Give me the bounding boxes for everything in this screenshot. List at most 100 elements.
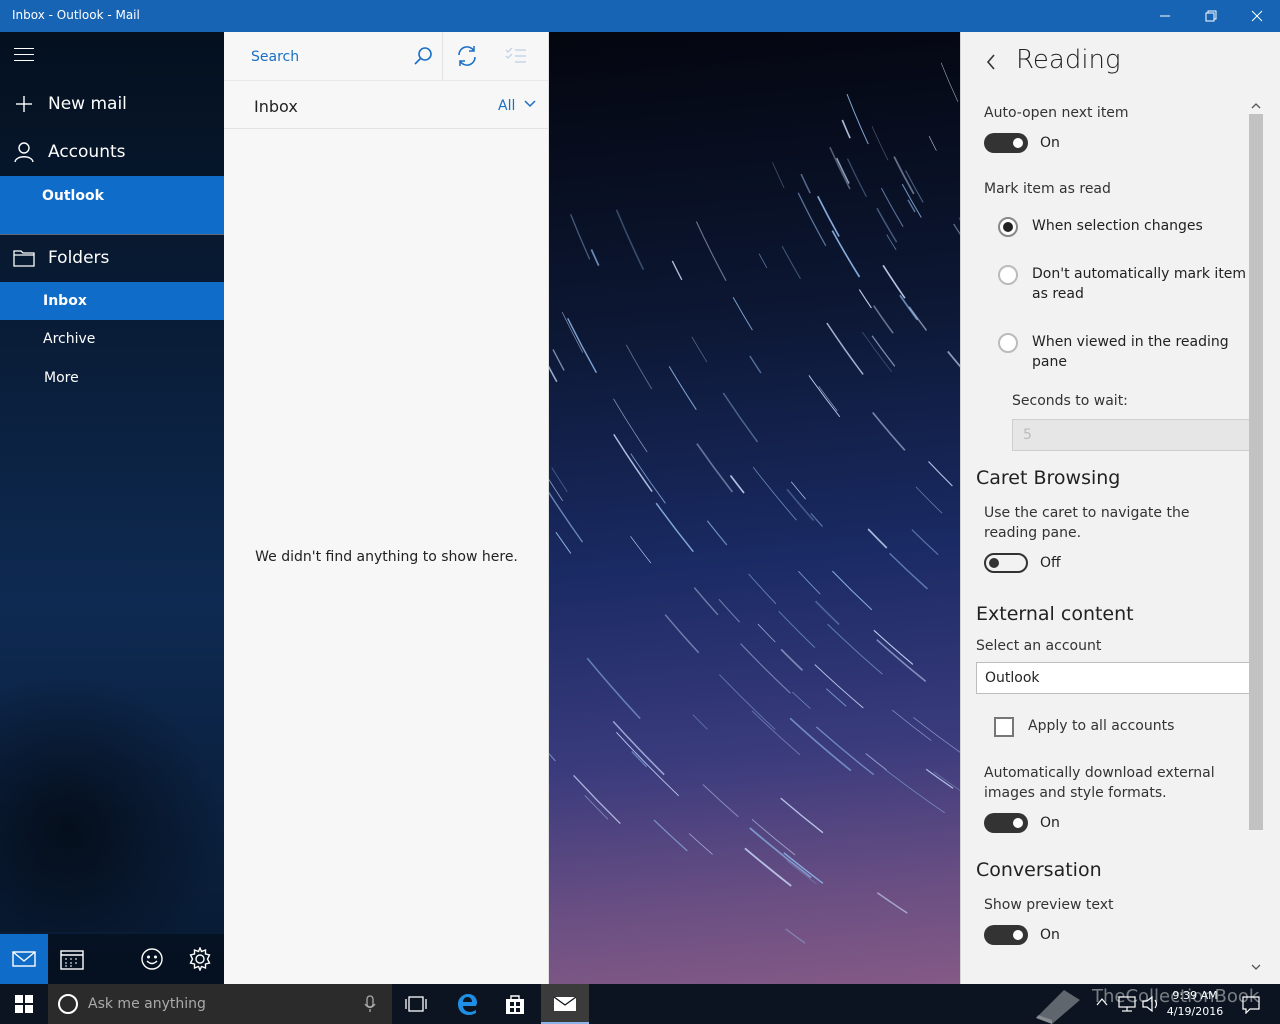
calendar-switch-button[interactable] (48, 934, 96, 984)
star-trail (925, 768, 954, 789)
apply-all-label: Apply to all accounts (1028, 718, 1175, 734)
selection-mode-icon[interactable] (505, 46, 527, 66)
star-trail (751, 818, 796, 856)
star-trail (908, 306, 928, 331)
account-item-outlook[interactable]: Outlook (0, 176, 224, 234)
seconds-label: Seconds to wait: (1012, 393, 1128, 409)
accounts-button[interactable]: Accounts (0, 136, 224, 168)
reading-settings-pane: Reading Auto-open next item On Mark item… (960, 32, 1280, 984)
star-trail (829, 146, 851, 190)
plus-icon (0, 94, 48, 114)
star-trail (729, 474, 745, 494)
star-trail (778, 610, 816, 648)
folder-header-title: Inbox (254, 97, 298, 116)
start-button[interactable] (0, 984, 48, 1024)
folder-icon (0, 249, 48, 267)
volume-icon[interactable] (1142, 996, 1160, 1012)
star-trail (549, 479, 564, 502)
star-trail (718, 598, 741, 623)
star-trail (781, 245, 801, 280)
star-trail (555, 531, 572, 554)
apply-all-checkbox[interactable] (994, 717, 1014, 737)
star-trails-image (549, 62, 960, 944)
radio-when-selection-changes[interactable] (998, 217, 1018, 237)
star-trail (862, 331, 893, 373)
search-icon[interactable] (413, 46, 433, 66)
star-trail (613, 433, 653, 493)
filter-dropdown[interactable]: All (498, 98, 515, 114)
star-trail (786, 488, 815, 522)
caret-browsing-value: Off (1040, 555, 1061, 571)
folder-item-more[interactable]: More (0, 359, 224, 397)
star-trail (876, 639, 927, 683)
folders-label: Folders (48, 248, 110, 268)
cortana-placeholder: Ask me anything (88, 996, 206, 1012)
new-mail-button[interactable]: New mail (0, 88, 224, 120)
radio-when-viewed[interactable] (998, 333, 1018, 353)
scrollbar-thumb[interactable] (1249, 114, 1263, 830)
caret-browsing-toggle[interactable] (984, 553, 1028, 573)
star-trail (567, 317, 598, 374)
star-trail (873, 305, 894, 334)
star-trail (814, 664, 864, 709)
star-trail (573, 774, 621, 825)
store-button[interactable] (491, 984, 539, 1024)
auto-download-label: Automatically download external images a… (984, 765, 1215, 801)
minimize-button[interactable] (1142, 0, 1188, 32)
star-trail (655, 502, 694, 553)
star-trail (695, 221, 727, 281)
task-view-icon (405, 996, 427, 1012)
restore-button[interactable] (1188, 0, 1234, 32)
preview-text-toggle[interactable] (984, 925, 1028, 945)
star-trail (867, 528, 888, 549)
star-trail (691, 336, 708, 363)
cortana-search-box[interactable]: Ask me anything (48, 984, 392, 1024)
task-view-button[interactable] (392, 984, 440, 1024)
star-trail (831, 230, 861, 278)
folder-item-archive[interactable]: Archive (0, 320, 224, 358)
auto-open-toggle[interactable] (984, 133, 1028, 153)
radio-dont-mark-read[interactable] (998, 265, 1018, 285)
feedback-button[interactable] (128, 934, 176, 984)
star-trail (783, 852, 824, 884)
reading-pane-background (549, 32, 960, 984)
mail-app-button[interactable] (541, 984, 589, 1024)
folder-item-inbox[interactable]: Inbox (0, 282, 224, 320)
mail-switch-button[interactable] (0, 934, 48, 984)
preview-text-label: Show preview text (984, 897, 1114, 913)
scroll-up-arrow-icon[interactable] (1251, 102, 1261, 110)
clock-date: 4/19/2016 (1166, 1005, 1224, 1018)
star-trail (871, 126, 889, 161)
folders-button[interactable]: Folders (0, 242, 224, 274)
sync-icon[interactable] (456, 45, 478, 67)
chevron-up-icon[interactable] (1096, 996, 1108, 1008)
microphone-icon[interactable] (364, 995, 376, 1013)
close-button[interactable] (1234, 0, 1280, 32)
star-trail (549, 491, 584, 543)
edge-browser-button[interactable] (443, 984, 491, 1024)
search-input[interactable]: Search (224, 32, 443, 80)
system-clock[interactable]: 9:39 AM 4/19/2016 (1160, 988, 1230, 1020)
auto-download-toggle[interactable] (984, 813, 1028, 833)
chevron-down-icon[interactable] (524, 99, 536, 109)
mark-read-label: Mark item as read (984, 181, 1111, 197)
star-trail (748, 573, 777, 605)
back-arrow-icon[interactable] (985, 54, 997, 70)
empty-state-message: We didn't find anything to show here. (255, 549, 518, 565)
star-trail (772, 162, 785, 189)
scroll-down-arrow-icon[interactable] (1251, 963, 1261, 971)
star-trail (933, 771, 960, 791)
account-select[interactable]: Outlook (976, 662, 1252, 694)
star-trail (841, 119, 851, 139)
star-trail (732, 297, 753, 331)
star-trail (586, 657, 641, 720)
star-trail (625, 344, 653, 390)
settings-scrollbar[interactable] (1248, 114, 1264, 830)
hamburger-menu-icon[interactable] (14, 48, 34, 62)
star-trail (818, 386, 838, 412)
settings-button[interactable] (176, 934, 224, 984)
star-trail (858, 289, 872, 309)
network-icon[interactable] (1118, 996, 1136, 1012)
star-trail (590, 249, 600, 266)
action-center-icon[interactable] (1242, 996, 1260, 1014)
